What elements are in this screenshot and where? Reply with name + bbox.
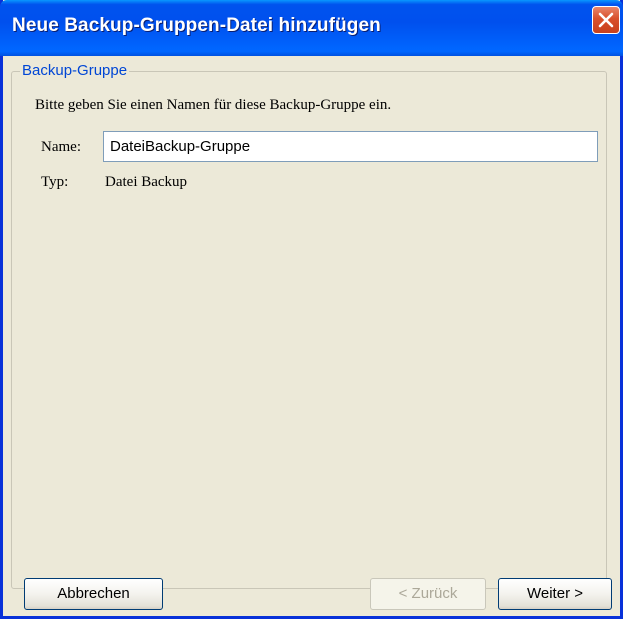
close-icon xyxy=(598,12,614,28)
next-button[interactable]: Weiter > xyxy=(498,578,612,610)
cancel-button[interactable]: Abbrechen xyxy=(24,578,163,610)
window-title: Neue Backup-Gruppen-Datei hinzufügen xyxy=(12,15,381,36)
type-label: Typ: xyxy=(41,174,69,190)
group-legend: Backup-Gruppe xyxy=(20,62,130,79)
close-button[interactable] xyxy=(592,6,620,34)
name-input[interactable] xyxy=(103,131,598,162)
type-value: Datei Backup xyxy=(105,174,188,190)
instruction-text: Bitte geben Sie einen Namen für diese Ba… xyxy=(35,97,392,113)
name-label: Name: xyxy=(41,139,81,155)
title-bar[interactable]: Neue Backup-Gruppen-Datei hinzufügen xyxy=(0,0,623,56)
back-button[interactable]: < Zurück xyxy=(370,578,486,610)
